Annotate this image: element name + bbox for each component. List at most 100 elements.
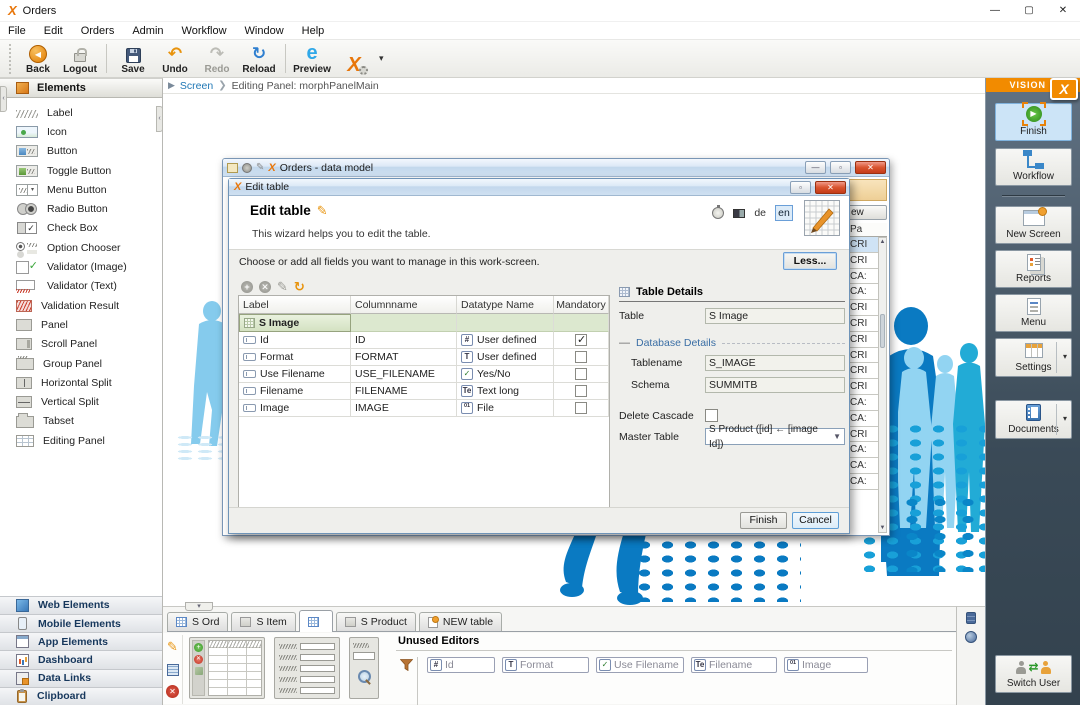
menu-admin[interactable]: Admin bbox=[132, 25, 163, 37]
mandatory-checkbox[interactable] bbox=[575, 402, 587, 414]
list-item[interactable]: CA: bbox=[847, 442, 878, 459]
dialog-titlebar[interactable]: X Edit table ▫ ✕ bbox=[229, 179, 849, 196]
list-item[interactable]: CRI bbox=[847, 348, 878, 364]
element-panel[interactable]: Panel bbox=[0, 315, 162, 334]
remove-row-button[interactable]: ✕ bbox=[259, 281, 271, 293]
table-row[interactable]: Image IMAGE 01 File bbox=[239, 400, 609, 417]
data-model-minimize-button[interactable]: — bbox=[805, 161, 826, 174]
undo-button[interactable]: ↶ Undo bbox=[154, 40, 196, 77]
reports-button[interactable]: Reports bbox=[995, 250, 1072, 288]
tab-new-table[interactable]: NEW table bbox=[418, 612, 503, 631]
list-item[interactable]: CRI bbox=[847, 363, 878, 380]
element-group-panel[interactable]: Group Panel bbox=[0, 354, 162, 373]
flag-icon[interactable] bbox=[733, 208, 746, 218]
breadcrumb-screen-link[interactable]: Screen bbox=[180, 80, 213, 92]
list-item[interactable]: CRI bbox=[847, 237, 878, 253]
master-table-select[interactable]: S Product ([id] ← [image Id]) ▼ bbox=[705, 424, 845, 450]
scroll-thumb[interactable] bbox=[880, 314, 885, 349]
list-item[interactable]: CRI bbox=[847, 379, 878, 395]
switch-user-button[interactable]: ⇄ Switch User bbox=[995, 655, 1072, 693]
element-menu-button[interactable]: Menu Button bbox=[0, 180, 162, 199]
scroll-down-arrow[interactable]: ▼ bbox=[879, 524, 886, 532]
list-item[interactable]: CRI bbox=[847, 427, 878, 443]
table-layout-thumbnail[interactable]: + ✕ bbox=[189, 637, 265, 699]
scroll-up-arrow[interactable]: ▲ bbox=[879, 238, 886, 246]
editor-field-use-filename[interactable]: ✓ Use Filename bbox=[596, 657, 684, 673]
menu-button[interactable]: Menu bbox=[995, 294, 1072, 332]
accordion-web-elements[interactable]: Web Elements bbox=[0, 595, 162, 615]
maximize-button[interactable]: ▢ bbox=[1012, 0, 1046, 22]
mandatory-checkbox[interactable] bbox=[575, 368, 587, 380]
language-en-button[interactable]: en bbox=[775, 205, 793, 221]
element-vertical-split[interactable]: Vertical Split bbox=[0, 392, 162, 411]
accordion-mobile-elements[interactable]: Mobile Elements bbox=[0, 614, 162, 633]
minimize-button[interactable]: — bbox=[978, 0, 1012, 22]
element-label[interactable]: Label bbox=[0, 103, 162, 122]
documents-button[interactable]: Documents bbox=[995, 400, 1072, 439]
edit-pencil-icon[interactable]: ✎ bbox=[167, 639, 178, 655]
data-model-titlebar[interactable]: ✎ X Orders - data model — ▫ ✕ bbox=[223, 159, 889, 177]
list-item[interactable]: CA: bbox=[847, 411, 878, 427]
search-layout-thumbnail[interactable] bbox=[349, 637, 379, 699]
menu-help[interactable]: Help bbox=[302, 25, 325, 37]
finish-button[interactable]: Finish bbox=[740, 512, 787, 529]
list-item[interactable]: CA: bbox=[847, 395, 878, 411]
visionx-menu-button[interactable]: X bbox=[333, 40, 375, 77]
sidebar-splitter-handle[interactable]: ‹ bbox=[156, 106, 163, 132]
menu-edit[interactable]: Edit bbox=[44, 25, 63, 37]
mandatory-checkbox[interactable] bbox=[575, 333, 587, 346]
data-model-new-button[interactable]: ew bbox=[847, 205, 887, 220]
list-item[interactable]: CA: bbox=[847, 458, 878, 474]
panel-collapse-handle[interactable]: ▾ bbox=[185, 602, 213, 611]
filter-column[interactable] bbox=[396, 657, 418, 705]
dialog-maximize-button[interactable]: ▫ bbox=[790, 180, 811, 194]
data-model-close-button[interactable]: ✕ bbox=[855, 161, 886, 174]
less-button[interactable]: Less... bbox=[783, 252, 837, 270]
table-field-value[interactable]: S Image bbox=[705, 308, 845, 324]
tab-s-item[interactable]: S Item bbox=[231, 612, 296, 631]
data-model-maximize-button[interactable]: ▫ bbox=[830, 161, 851, 174]
database-icon[interactable] bbox=[966, 612, 976, 624]
globe-icon[interactable] bbox=[965, 631, 977, 643]
element-radio-button[interactable]: Radio Button bbox=[0, 199, 162, 218]
refresh-button[interactable]: ↻ bbox=[294, 279, 305, 295]
logout-button[interactable]: Logout bbox=[59, 40, 101, 77]
add-row-button[interactable]: + bbox=[241, 281, 253, 293]
redo-button[interactable]: ↷ Redo bbox=[196, 40, 238, 77]
element-validator-image[interactable]: Validator (Image) bbox=[0, 257, 162, 276]
new-screen-button[interactable]: New Screen bbox=[995, 206, 1072, 244]
element-check-box[interactable]: Check Box bbox=[0, 219, 162, 238]
element-horizontal-split[interactable]: Horizontal Split bbox=[0, 373, 162, 392]
mandatory-checkbox[interactable] bbox=[575, 351, 587, 363]
table-row[interactable]: Format FORMAT T User defined bbox=[239, 349, 609, 366]
tab-s-product[interactable]: S Product bbox=[335, 612, 416, 631]
list-item[interactable]: CRI bbox=[847, 253, 878, 269]
menu-file[interactable]: File bbox=[8, 25, 26, 37]
accordion-dashboard[interactable]: Dashboard bbox=[0, 650, 162, 669]
element-validation-result[interactable]: Validation Result bbox=[0, 296, 162, 315]
language-de-button[interactable]: de bbox=[754, 207, 766, 219]
delete-icon[interactable]: ✕ bbox=[166, 685, 179, 698]
menu-orders[interactable]: Orders bbox=[81, 25, 115, 37]
column-header-datatype[interactable]: Datatype Name bbox=[457, 296, 554, 314]
list-item[interactable]: CA: bbox=[847, 474, 878, 490]
reload-button[interactable]: ↻ Reload bbox=[238, 40, 280, 77]
collapse-dash-icon[interactable]: — bbox=[619, 337, 630, 349]
cancel-button[interactable]: Cancel bbox=[792, 512, 839, 529]
table-row[interactable]: Id ID # User defined bbox=[239, 332, 609, 349]
table-row[interactable]: Use Filename USE_FILENAME ✓ Yes/No bbox=[239, 366, 609, 383]
database-details-section[interactable]: — Database Details bbox=[619, 337, 845, 349]
mandatory-checkbox[interactable] bbox=[575, 385, 587, 397]
mini-circle-icon[interactable] bbox=[242, 162, 252, 173]
column-header-mandatory[interactable]: Mandatory bbox=[554, 296, 609, 314]
form-layout-thumbnail[interactable] bbox=[274, 637, 340, 699]
grid-group-row[interactable]: S Image bbox=[239, 314, 609, 332]
edit-row-button[interactable]: ✎ bbox=[277, 279, 288, 295]
data-model-scrollbar[interactable]: ▲ ▼ bbox=[878, 237, 887, 533]
tab-s-image[interactable] bbox=[298, 610, 333, 632]
element-option-chooser[interactable]: Option Chooser bbox=[0, 238, 162, 257]
close-button[interactable]: ✕ bbox=[1046, 0, 1080, 22]
editor-field-image[interactable]: 01 Image bbox=[784, 657, 868, 673]
tablename-value[interactable]: S_IMAGE bbox=[705, 355, 845, 371]
element-toggle-button[interactable]: Toggle Button bbox=[0, 161, 162, 180]
